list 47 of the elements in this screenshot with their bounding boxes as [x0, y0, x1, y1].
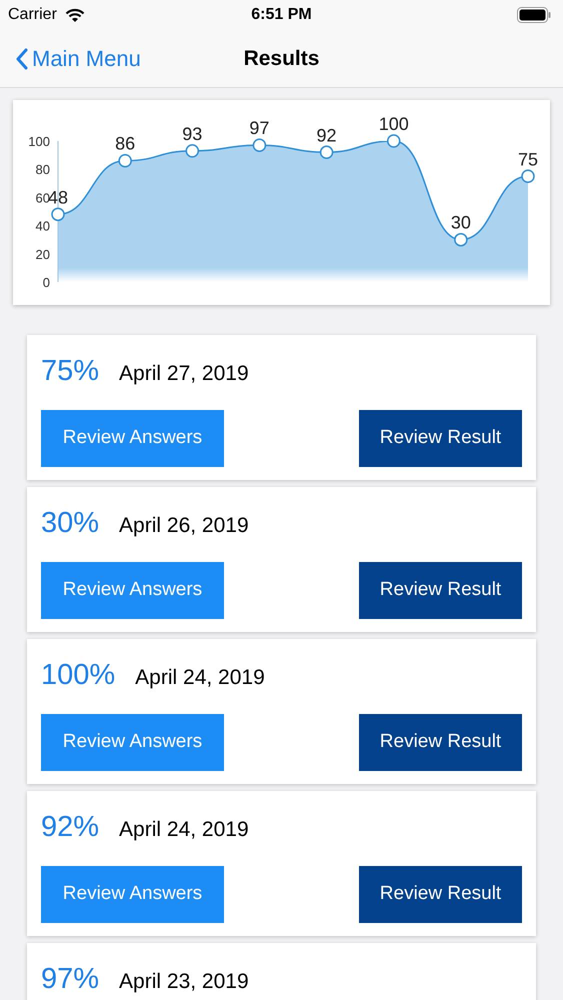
- result-date: April 26, 2019: [119, 515, 249, 536]
- result-date: April 27, 2019: [119, 363, 249, 384]
- data-point: [252, 138, 266, 152]
- data-point: [454, 232, 468, 246]
- review-answers-button[interactable]: Review Answers: [41, 714, 224, 771]
- data-label: 97: [249, 118, 270, 138]
- y-tick-label: 100: [28, 134, 50, 149]
- y-tick-label: 40: [36, 218, 50, 234]
- data-label: 75: [518, 149, 538, 170]
- y-tick-label: 80: [36, 162, 50, 178]
- review-result-button[interactable]: Review Result: [359, 714, 522, 771]
- data-point: [521, 170, 535, 183]
- result-date: April 23, 2019: [119, 971, 249, 992]
- page-title: Results: [244, 46, 320, 72]
- data-label: 86: [115, 134, 136, 154]
- data-point: [186, 144, 200, 158]
- back-button[interactable]: Main Menu: [16, 42, 141, 75]
- back-chevron-icon: [16, 48, 28, 70]
- result-date: April 24, 2019: [119, 819, 249, 840]
- score-percent: 97%: [41, 965, 100, 994]
- review-answers-button[interactable]: Review Answers: [41, 410, 224, 467]
- result-date: April 24, 2019: [135, 667, 265, 688]
- review-result-button[interactable]: Review Result: [359, 866, 522, 923]
- data-label: 48: [48, 187, 68, 208]
- data-point: [320, 146, 334, 160]
- wifi-icon: [64, 8, 85, 22]
- y-tick-label: 60: [36, 190, 50, 206]
- carrier-label: Carrier: [8, 5, 57, 25]
- review-result-button[interactable]: Review Result: [359, 562, 522, 619]
- data-point: [51, 208, 65, 222]
- y-tick-label: 20: [36, 246, 50, 262]
- data-label: 30: [450, 212, 471, 233]
- score-percent: 100%: [41, 661, 116, 690]
- score-percent: 75%: [41, 357, 100, 386]
- data-point: [118, 154, 132, 168]
- data-point: [386, 134, 400, 148]
- review-answers-button[interactable]: Review Answers: [41, 562, 224, 619]
- data-label: 93: [182, 124, 202, 144]
- battery-icon: [517, 7, 551, 23]
- review-answers-button[interactable]: Review Answers: [41, 866, 224, 923]
- score-percent: 92%: [41, 813, 100, 842]
- y-tick-label: 0: [42, 275, 50, 290]
- data-label: 100: [378, 114, 409, 134]
- time-label: 6:51 PM: [251, 5, 312, 25]
- data-label: 92: [316, 125, 337, 146]
- review-result-button[interactable]: Review Result: [359, 410, 522, 467]
- score-percent: 30%: [41, 509, 100, 538]
